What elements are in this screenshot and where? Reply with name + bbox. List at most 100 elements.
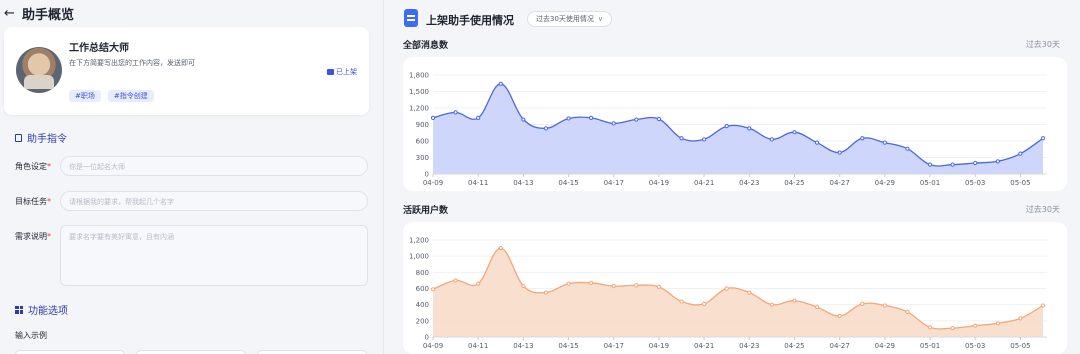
- data-point[interactable]: [702, 137, 707, 142]
- status-badge: 已上架: [327, 67, 357, 77]
- goal-label-text: 目标任务: [15, 197, 47, 206]
- data-point[interactable]: [702, 301, 707, 306]
- y-tick-label: 600: [416, 138, 429, 146]
- example-input[interactable]: [257, 350, 367, 354]
- data-point[interactable]: [1040, 303, 1046, 308]
- data-point[interactable]: [724, 124, 729, 129]
- tag[interactable]: #指令创建: [107, 90, 154, 102]
- data-point[interactable]: [430, 287, 436, 292]
- assistant-card[interactable]: 已上架: [4, 27, 369, 115]
- data-point[interactable]: [995, 159, 1000, 164]
- stats-title: 上架助手使用情况: [426, 14, 514, 27]
- y-tick-label: 800: [416, 269, 429, 277]
- y-tick-label: 1,200: [409, 105, 429, 113]
- data-point[interactable]: [453, 278, 458, 283]
- x-tick-label: 05-01: [920, 179, 940, 187]
- data-point[interactable]: [521, 283, 526, 289]
- data-point[interactable]: [950, 162, 955, 167]
- data-point[interactable]: [769, 137, 774, 142]
- data-point[interactable]: [905, 146, 910, 151]
- back-arrow-icon[interactable]: ←: [4, 6, 18, 21]
- y-tick-label: 1,000: [409, 253, 429, 261]
- required-mark: *: [47, 162, 51, 171]
- data-point[interactable]: [679, 299, 684, 304]
- y-tick-label: 200: [416, 317, 429, 325]
- data-point[interactable]: [679, 136, 684, 141]
- data-point[interactable]: [995, 321, 1000, 326]
- example-input[interactable]: [136, 350, 246, 354]
- x-tick-label: 04-09: [423, 179, 443, 187]
- data-point[interactable]: [1018, 316, 1023, 321]
- data-point[interactable]: [792, 130, 797, 135]
- data-point[interactable]: [724, 286, 729, 291]
- x-tick-label: 05-03: [965, 342, 985, 350]
- messages-chart: 0 300 600 900 1,200 1,500 1,800 04-09 04-11 04-13…: [409, 72, 1047, 187]
- data-point[interactable]: [905, 309, 910, 315]
- data-point[interactable]: [973, 160, 978, 166]
- x-tick-label: 04-17: [604, 179, 624, 187]
- data-point[interactable]: [589, 280, 594, 285]
- y-tick-label: 600: [416, 285, 429, 293]
- data-point[interactable]: [1018, 151, 1023, 156]
- data-point[interactable]: [837, 150, 842, 155]
- data-point[interactable]: [1040, 136, 1046, 141]
- data-point[interactable]: [476, 281, 481, 286]
- section-title-text: 助手指令: [27, 134, 67, 145]
- chart-period: 过去30天: [1025, 205, 1060, 214]
- data-point[interactable]: [476, 115, 481, 121]
- requirement-textarea[interactable]: 要求名字要有美好寓意，且有内涵: [60, 225, 368, 286]
- data-point[interactable]: [927, 325, 933, 330]
- x-tick-label: 04-27: [829, 179, 849, 187]
- range-dropdown[interactable]: 过去30天使用情况 ∨: [527, 11, 613, 27]
- required-mark: *: [47, 197, 51, 206]
- data-point[interactable]: [882, 140, 887, 145]
- data-point[interactable]: [634, 117, 639, 122]
- data-point[interactable]: [860, 136, 865, 141]
- data-point[interactable]: [950, 326, 955, 331]
- x-tick-label: 04-27: [829, 342, 849, 350]
- data-point[interactable]: [543, 126, 549, 131]
- x-tick-label: 04-21: [694, 179, 714, 187]
- tag-list: #职场 #指令创建: [69, 90, 154, 102]
- data-point[interactable]: [837, 313, 842, 319]
- data-point[interactable]: [589, 115, 594, 121]
- assistant-overview-panel: ← 助手概览 已上架 工作总结大师 在下方简要写出您的工作内容，发送即可 #职场…: [0, 0, 384, 354]
- x-tick-label: 04-25: [784, 179, 804, 187]
- data-point[interactable]: [498, 81, 503, 86]
- data-point[interactable]: [611, 283, 616, 289]
- data-point[interactable]: [747, 126, 752, 131]
- x-tick-label: 04-19: [649, 342, 669, 350]
- data-point[interactable]: [927, 162, 933, 167]
- data-point[interactable]: [747, 290, 752, 295]
- data-point[interactable]: [498, 245, 503, 251]
- data-point[interactable]: [973, 323, 978, 328]
- data-point[interactable]: [814, 304, 820, 310]
- data-point[interactable]: [656, 284, 662, 289]
- y-tick-label: 400: [416, 301, 429, 309]
- data-point[interactable]: [566, 281, 571, 286]
- data-point[interactable]: [543, 290, 549, 295]
- example-input[interactable]: [15, 350, 125, 354]
- grid-icon: [15, 305, 23, 314]
- role-label: 角色设定*: [15, 161, 51, 172]
- data-point[interactable]: [611, 121, 616, 126]
- document-icon: [15, 133, 22, 142]
- data-point[interactable]: [430, 115, 436, 121]
- data-point[interactable]: [634, 283, 639, 288]
- data-point[interactable]: [656, 116, 662, 122]
- data-point[interactable]: [769, 302, 774, 307]
- data-point[interactable]: [566, 116, 571, 121]
- goal-input[interactable]: 请根据我的要求，帮我起几个名字: [60, 191, 368, 211]
- data-point[interactable]: [860, 301, 865, 306]
- usage-stats-panel: 上架助手使用情况 过去30天使用情况 ∨ 全部消息数 过去30天 0 300 600…: [384, 0, 1080, 354]
- y-tick-label: 1,500: [409, 88, 429, 96]
- instructions-section-title: 助手指令: [15, 130, 67, 145]
- role-input[interactable]: 你是一位起名大师: [60, 156, 368, 176]
- data-point[interactable]: [792, 298, 797, 303]
- data-point[interactable]: [521, 117, 526, 122]
- x-tick-label: 05-03: [965, 179, 985, 187]
- data-point[interactable]: [814, 140, 820, 145]
- data-point[interactable]: [882, 303, 887, 308]
- tag[interactable]: #职场: [69, 90, 101, 102]
- data-point[interactable]: [453, 110, 458, 115]
